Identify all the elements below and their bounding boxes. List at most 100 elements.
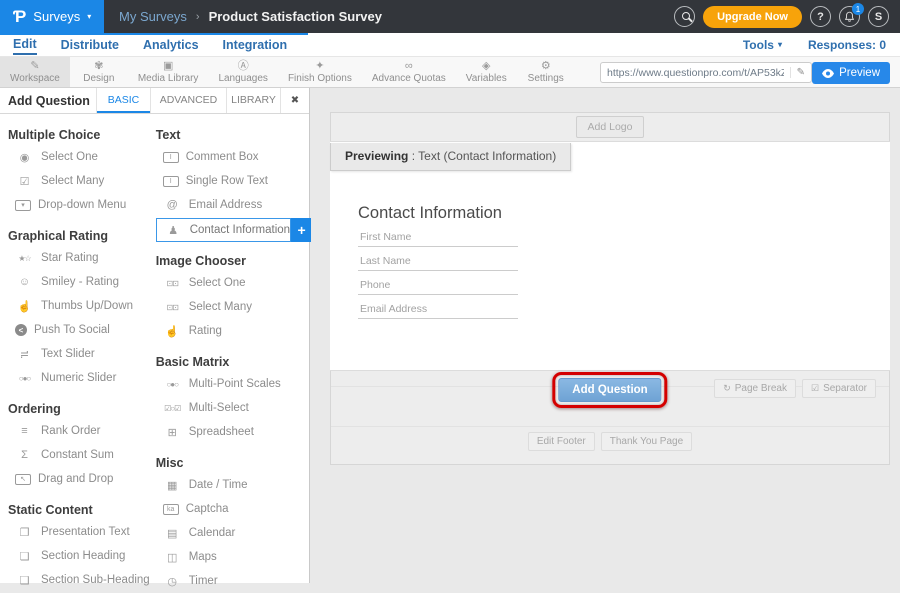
notifications-button[interactable]: 1	[839, 6, 860, 27]
question-type-label: Single Row Text	[186, 175, 268, 187]
notification-badge: 1	[852, 3, 864, 15]
question-type-captcha[interactable]: kaCaptcha	[156, 497, 316, 521]
header-actions: Upgrade Now ? 1 S	[674, 6, 900, 28]
question-type-drop-down-menu[interactable]: ▾Drop-down Menu	[8, 193, 150, 217]
question-type-label: Smiley - Rating	[41, 276, 119, 288]
tools-menu[interactable]: Tools ▾	[743, 38, 782, 52]
selected-question-type: ♟Contact Information	[156, 218, 291, 242]
upgrade-now-button[interactable]: Upgrade Now	[703, 6, 802, 28]
design-icon: ✾	[94, 60, 103, 73]
nav-tab-edit[interactable]: Edit	[13, 34, 37, 55]
preview-button[interactable]: Preview	[812, 62, 890, 84]
tab-library[interactable]: LIBRARY	[226, 88, 280, 113]
question-type-calendar[interactable]: ▤Calendar	[156, 521, 316, 545]
question-type-star-rating[interactable]: ★☆Star Rating	[8, 246, 150, 270]
question-type-thumbs-up-down[interactable]: ☝Thumbs Up/Down	[8, 294, 150, 318]
question-type-spreadsheet[interactable]: ⊞Spreadsheet	[156, 420, 316, 444]
toolbar-item-variables[interactable]: ◈Variables	[456, 57, 517, 87]
question-type-label: Multi-Select	[189, 402, 249, 414]
nav-tab-distribute[interactable]: Distribute	[61, 35, 119, 54]
form-field-first-name[interactable]: First Name	[358, 223, 518, 247]
edit-url-icon[interactable]: ✎	[790, 67, 805, 78]
question-type-text-slider[interactable]: ≓Text Slider	[8, 342, 150, 366]
nav-right: Tools ▾ Responses: 0	[743, 38, 900, 52]
tab-basic[interactable]: BASIC	[96, 88, 150, 113]
toolbar-item-workspace[interactable]: ✎Workspace	[0, 57, 70, 87]
form-field-email-address[interactable]: Email Address	[358, 295, 518, 319]
search-button[interactable]	[674, 6, 695, 27]
toolbar-item-languages[interactable]: ⒶLanguages	[208, 57, 278, 87]
page-tools: ↻ Page Break ☑ Separator	[714, 379, 876, 398]
toolbar-item-media-library[interactable]: ▣Media Library	[128, 57, 209, 87]
question-type-section-sub-heading[interactable]: ❑Section Sub-Heading	[8, 568, 150, 592]
question-type-section-heading[interactable]: ❏Section Heading	[8, 544, 150, 568]
question-type-select-one[interactable]: ◉Select One	[8, 145, 150, 169]
form-field-last-name[interactable]: Last Name	[358, 247, 518, 271]
add-question-button[interactable]: Add Question	[558, 378, 661, 402]
question-type-push-to-social[interactable]: <Push To Social	[8, 318, 150, 342]
breadcrumb-my-surveys[interactable]: My Surveys	[119, 9, 187, 24]
panel-column-2: TextIComment BoxISingle Row Text@Email A…	[150, 116, 316, 593]
nav-tab-analytics[interactable]: Analytics	[143, 35, 199, 54]
help-button[interactable]: ?	[810, 6, 831, 27]
form-title: Contact Information	[358, 204, 518, 223]
product-switcher[interactable]: Ƥ Surveys ▾	[0, 0, 104, 33]
question-type-label: Thumbs Up/Down	[41, 300, 133, 312]
section-title-ordering: Ordering	[8, 402, 150, 416]
toolbar-item-settings[interactable]: ⚙Settings	[517, 57, 575, 87]
question-type-presentation-text[interactable]: ❐Presentation Text	[8, 520, 150, 544]
question-type-multi-point-scales[interactable]: ○●○Multi-Point Scales	[156, 372, 316, 396]
question-type-drag-and-drop[interactable]: ↖Drag and Drop	[8, 467, 150, 491]
separator-label: Separator	[823, 383, 867, 394]
question-type-select-one[interactable]: ⊡⊡Select One	[156, 271, 316, 295]
questionpro-logo-icon: Ƥ	[13, 8, 26, 25]
separator-icon: ☑	[811, 383, 819, 394]
page-break-button[interactable]: ↻ Page Break	[714, 379, 796, 398]
question-type-select-many[interactable]: ⊡⊡Select Many	[156, 295, 316, 319]
question-type-maps[interactable]: ◫Maps	[156, 545, 316, 569]
footer-tools: Edit Footer Thank You Page	[331, 432, 889, 451]
question-type-select-many[interactable]: ☑Select Many	[8, 169, 150, 193]
question-type-comment-box[interactable]: IComment Box	[156, 145, 316, 169]
form-field-phone[interactable]: Phone	[358, 271, 518, 295]
account-avatar[interactable]: S	[868, 6, 889, 27]
question-type-timer[interactable]: ◷Timer	[156, 569, 316, 593]
variables-icon: ◈	[482, 60, 490, 73]
top-header: Ƥ Surveys ▾ My Surveys › Product Satisfa…	[0, 0, 900, 33]
toolbar-item-design[interactable]: ✾Design	[70, 57, 128, 87]
question-type-constant-sum[interactable]: ΣConstant Sum	[8, 443, 150, 467]
rating-icon: ☝	[163, 325, 182, 338]
contact-information-form: Contact Information First NameLast NameP…	[358, 204, 518, 319]
survey-url-box[interactable]: https://www.questionpro.com/t/AP53kZgUI …	[600, 62, 812, 83]
toolbar-item-finish-options[interactable]: ✦Finish Options	[278, 57, 362, 87]
add-logo-button[interactable]: Add Logo	[576, 116, 645, 138]
separator-button[interactable]: ☑ Separator	[802, 379, 876, 398]
question-type-date-time[interactable]: ▦Date / Time	[156, 473, 316, 497]
question-type-label: Text Slider	[41, 348, 95, 360]
panel-header: Add Question BASIC ADVANCED LIBRARY ✖	[0, 88, 309, 114]
survey-url[interactable]: https://www.questionpro.com/t/AP53kZgUI	[607, 67, 784, 79]
close-icon[interactable]: ✖	[280, 88, 309, 113]
edit-footer-button[interactable]: Edit Footer	[528, 432, 595, 451]
question-type-single-row-text[interactable]: ISingle Row Text	[156, 169, 316, 193]
question-type-numeric-slider[interactable]: ○●○Numeric Slider	[8, 366, 150, 390]
add-contact-information-button[interactable]: +	[291, 218, 312, 242]
form-fields: First NameLast NamePhoneEmail Address	[358, 223, 518, 319]
toolbar-item-label: Settings	[528, 73, 564, 84]
question-type-rating[interactable]: ☝Rating	[156, 319, 316, 343]
question-type-email-address[interactable]: @Email Address	[156, 193, 316, 217]
question-type-rank-order[interactable]: ≡Rank Order	[8, 419, 150, 443]
question-type-label: Section Heading	[41, 550, 125, 562]
responses-count[interactable]: Responses: 0	[808, 38, 886, 52]
question-type-label: Multi-Point Scales	[189, 378, 281, 390]
question-type-label: Date / Time	[189, 479, 248, 491]
thank-you-page-button[interactable]: Thank You Page	[601, 432, 692, 451]
nav-tab-integration[interactable]: Integration	[223, 35, 288, 54]
tab-advanced[interactable]: ADVANCED	[150, 88, 226, 113]
toolbar-item-advance-quotas[interactable]: ∞Advance Quotas	[362, 57, 456, 87]
question-type-smiley-rating[interactable]: ☺Smiley - Rating	[8, 270, 150, 294]
select-one-icon: ⊡⊡	[163, 279, 182, 288]
toolbar-item-label: Finish Options	[288, 73, 352, 84]
question-type-contact-information[interactable]: ♟Contact Information+	[156, 218, 312, 242]
question-type-multi-select[interactable]: ☑○☑Multi-Select	[156, 396, 316, 420]
